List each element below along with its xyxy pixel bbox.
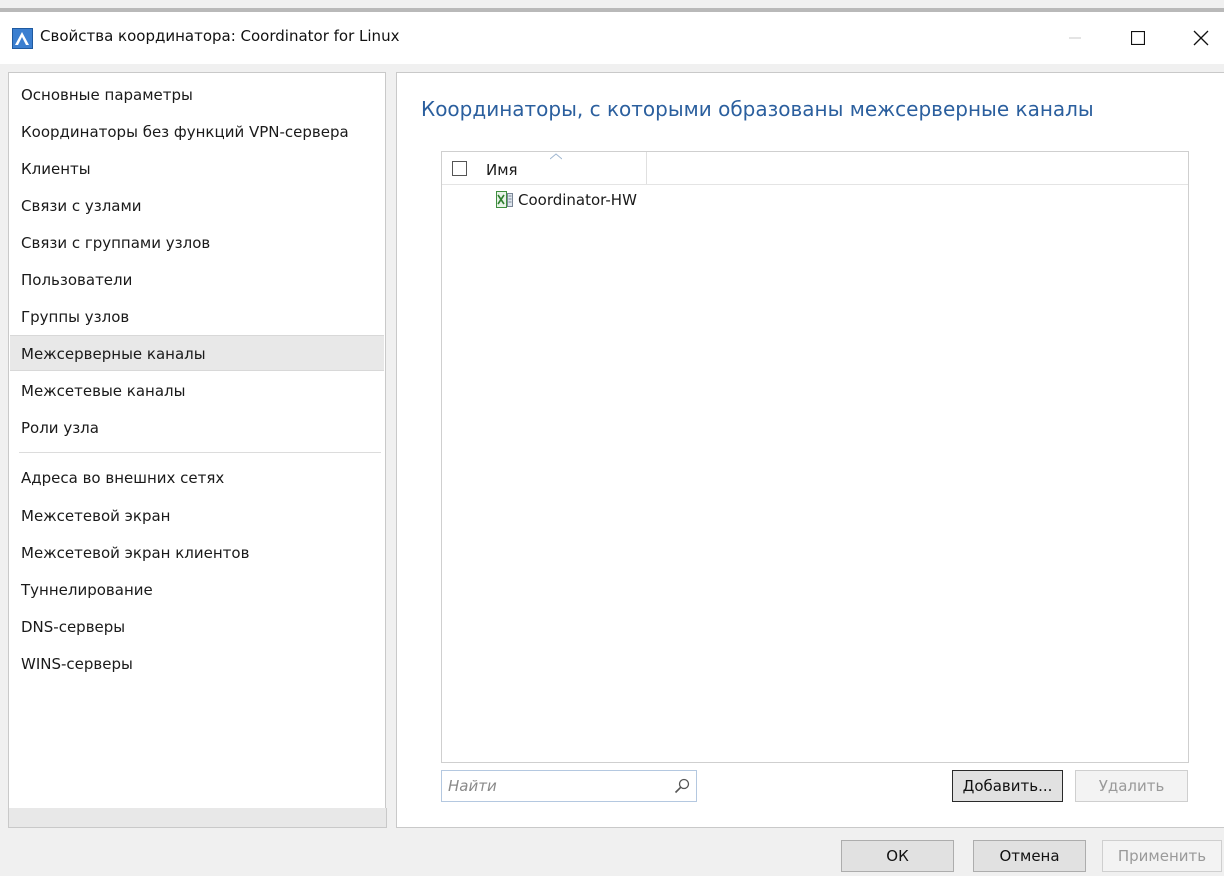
window-title: Свойства координатора: Coordinator for L… — [40, 27, 400, 45]
maximize-button[interactable] — [1115, 22, 1161, 54]
nav-item-tunneling[interactable]: Туннелирование — [10, 572, 384, 608]
sort-ascending-icon — [550, 153, 562, 160]
nav-separator — [19, 452, 381, 453]
nav-item-interserver-channels[interactable]: Межсерверные каналы — [10, 335, 384, 371]
add-button[interactable]: Добавить... — [952, 770, 1063, 802]
minimize-icon — [1069, 37, 1081, 39]
nav-item-node-links[interactable]: Связи с узлами — [10, 188, 384, 224]
minimize-button[interactable] — [1052, 22, 1098, 54]
nav-item-node-roles[interactable]: Роли узла — [10, 410, 384, 446]
section-title: Координаторы, с которыми образованы межс… — [421, 97, 1094, 121]
title-bar[interactable]: Свойства координатора: Coordinator for L… — [0, 12, 1224, 64]
list-item[interactable]: Coordinator-HW — [442, 188, 1188, 214]
nav-item-node-groups[interactable]: Группы узлов — [10, 299, 384, 335]
column-header-label: Имя — [486, 161, 518, 179]
select-all-checkbox[interactable] — [452, 161, 467, 176]
search-box[interactable] — [441, 770, 697, 802]
maximize-icon — [1131, 31, 1145, 45]
coordinators-list: Имя Coordinator-HW — [441, 151, 1189, 763]
nav-item-main-params[interactable]: Основные параметры — [10, 77, 384, 113]
cancel-button[interactable]: Отмена — [973, 840, 1086, 872]
list-header: Имя — [442, 152, 1188, 185]
nav-item-group-links[interactable]: Связи с группами узлов — [10, 225, 384, 261]
column-header-name[interactable]: Имя — [478, 152, 647, 184]
coordinator-name: Coordinator-HW — [518, 191, 637, 209]
nav-horizontal-scrollbar[interactable] — [8, 808, 387, 828]
app-icon — [12, 28, 33, 49]
properties-window: Свойства координатора: Coordinator for L… — [0, 0, 1224, 876]
settings-nav: Основные параметры Координаторы без функ… — [8, 72, 386, 828]
nav-item-external-addresses[interactable]: Адреса во внешних сетях — [10, 460, 384, 496]
delete-button[interactable]: Удалить — [1075, 770, 1188, 802]
apply-button[interactable]: Применить — [1102, 840, 1222, 872]
close-button[interactable] — [1178, 22, 1224, 54]
close-icon — [1193, 30, 1209, 46]
content-panel: Координаторы, с которыми образованы межс… — [396, 72, 1224, 828]
nav-item-dns-servers[interactable]: DNS-серверы — [10, 609, 384, 645]
search-input[interactable] — [442, 771, 668, 801]
nav-item-internetwork-channels[interactable]: Межсетевые каналы — [10, 373, 384, 409]
nav-item-client-firewall[interactable]: Межсетевой экран клиентов — [10, 535, 384, 571]
nav-item-firewall[interactable]: Межсетевой экран — [10, 498, 384, 534]
search-icon[interactable] — [674, 778, 690, 794]
ok-button[interactable]: ОК — [841, 840, 954, 872]
nav-item-coordinators-no-vpn[interactable]: Координаторы без функций VPN-сервера — [10, 114, 384, 150]
nav-item-clients[interactable]: Клиенты — [10, 151, 384, 187]
nav-item-users[interactable]: Пользователи — [10, 262, 384, 298]
nav-item-wins-servers[interactable]: WINS-серверы — [10, 646, 384, 682]
coordinator-icon — [496, 191, 513, 208]
